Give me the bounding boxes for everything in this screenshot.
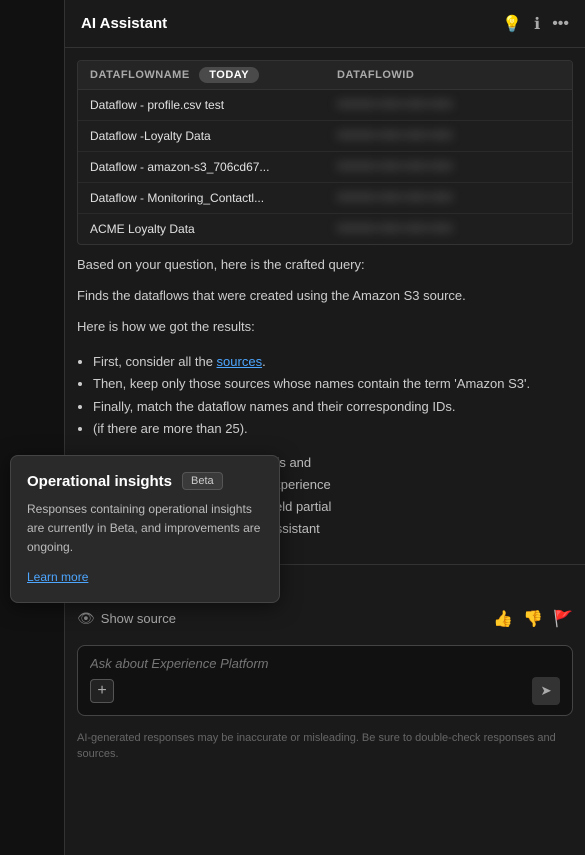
input-box: + ➤ (77, 645, 573, 716)
show-source-label: Show source (101, 611, 176, 626)
add-attachment-button[interactable]: + (90, 679, 114, 703)
input-area: + ➤ (65, 637, 585, 724)
disclaimer: AI-generated responses may be inaccurate… (65, 724, 585, 773)
bulb-icon[interactable]: 💡 (502, 14, 522, 34)
dataflow-name-4: Dataflow - Monitoring_Contactl... (78, 183, 325, 213)
beta-badge: Beta (182, 472, 223, 490)
tooltip-body: Responses containing operational insight… (27, 500, 263, 558)
input-bottom-row: + ➤ (90, 677, 560, 705)
show-source-row: 👁 Show source 👍 👎 🚩 (65, 605, 585, 637)
dataflow-id-4: xxxxxxx-xxxx-xxxx-xxxx (325, 183, 572, 213)
dataflow-name-5: ACME Loyalty Data (78, 214, 325, 244)
content-area: DATAFLOWNAME Today DATAFLOWID Dataflow -… (65, 48, 585, 855)
table-row: ACME Loyalty Data xxxxxxx-xxxx-xxxx-xxxx (78, 214, 572, 244)
col-id-header: DATAFLOWID (325, 61, 572, 89)
response-description: Finds the dataflows that were created us… (65, 286, 585, 317)
response-bullets: First, consider all the sources. Then, k… (65, 347, 585, 443)
dataflow-name-3: Dataflow - amazon-s3_706cd67... (78, 152, 325, 182)
response-how-we-got: Here is how we got the results: (65, 317, 585, 348)
bullet-2: Then, keep only those sources whose name… (93, 373, 573, 395)
table-row: Dataflow -Loyalty Data xxxxxxx-xxxx-xxxx… (78, 121, 572, 152)
table-row: Dataflow - amazon-s3_706cd67... xxxxxxx-… (78, 152, 572, 183)
flag-button[interactable]: 🚩 (553, 609, 573, 629)
thumbs-down-button[interactable]: 👎 (523, 609, 543, 629)
operational-insights-tooltip: Operational insights Beta Responses cont… (10, 455, 280, 603)
dataflow-id-3: xxxxxxx-xxxx-xxxx-xxxx (325, 152, 572, 182)
main-panel: AI Assistant 💡 ℹ ••• DATAFLOWNAME Today … (65, 0, 585, 855)
eye-icon: 👁 (77, 610, 95, 627)
info-icon[interactable]: ℹ (534, 14, 540, 34)
sidebar (0, 0, 65, 855)
tooltip-header: Operational insights Beta (27, 472, 263, 490)
learn-more-link[interactable]: Learn more (27, 570, 88, 584)
dataflow-id-1: xxxxxxx-xxxx-xxxx-xxxx (325, 90, 572, 120)
table-header: DATAFLOWNAME Today DATAFLOWID (78, 61, 572, 90)
header: AI Assistant 💡 ℹ ••• (65, 0, 585, 48)
table-row: Dataflow - Monitoring_Contactl... xxxxxx… (78, 183, 572, 214)
dataflow-id-2: xxxxxxx-xxxx-xxxx-xxxx (325, 121, 572, 151)
feedback-icons: 👍 👎 🚩 (493, 609, 573, 629)
more-icon[interactable]: ••• (552, 15, 569, 33)
dataflow-name-2: Dataflow -Loyalty Data (78, 121, 325, 151)
show-source-button[interactable]: 👁 Show source (77, 610, 176, 627)
bullet-1: First, consider all the sources. (93, 351, 573, 373)
dataflow-name-1: Dataflow - profile.csv test (78, 90, 325, 120)
dataflow-table: DATAFLOWNAME Today DATAFLOWID Dataflow -… (77, 60, 573, 245)
send-icon: ➤ (540, 683, 551, 699)
header-icons: 💡 ℹ ••• (502, 14, 569, 34)
send-button[interactable]: ➤ (532, 677, 560, 705)
response-intro: Based on your question, here is the craf… (65, 245, 585, 286)
page-title: AI Assistant (81, 15, 167, 32)
table-row: Dataflow - profile.csv test xxxxxxx-xxxx… (78, 90, 572, 121)
chat-input[interactable] (90, 656, 560, 671)
col-name-header: DATAFLOWNAME Today (78, 61, 325, 89)
dataflow-id-5: xxxxxxx-xxxx-xxxx-xxxx (325, 214, 572, 244)
sources-link[interactable]: sources (217, 354, 263, 369)
tooltip-title: Operational insights (27, 473, 172, 490)
today-badge: Today (199, 67, 259, 83)
bullet-4: (if there are more than 25). (93, 418, 573, 440)
bullet-3: Finally, match the dataflow names and th… (93, 396, 573, 418)
thumbs-up-button[interactable]: 👍 (493, 609, 513, 629)
